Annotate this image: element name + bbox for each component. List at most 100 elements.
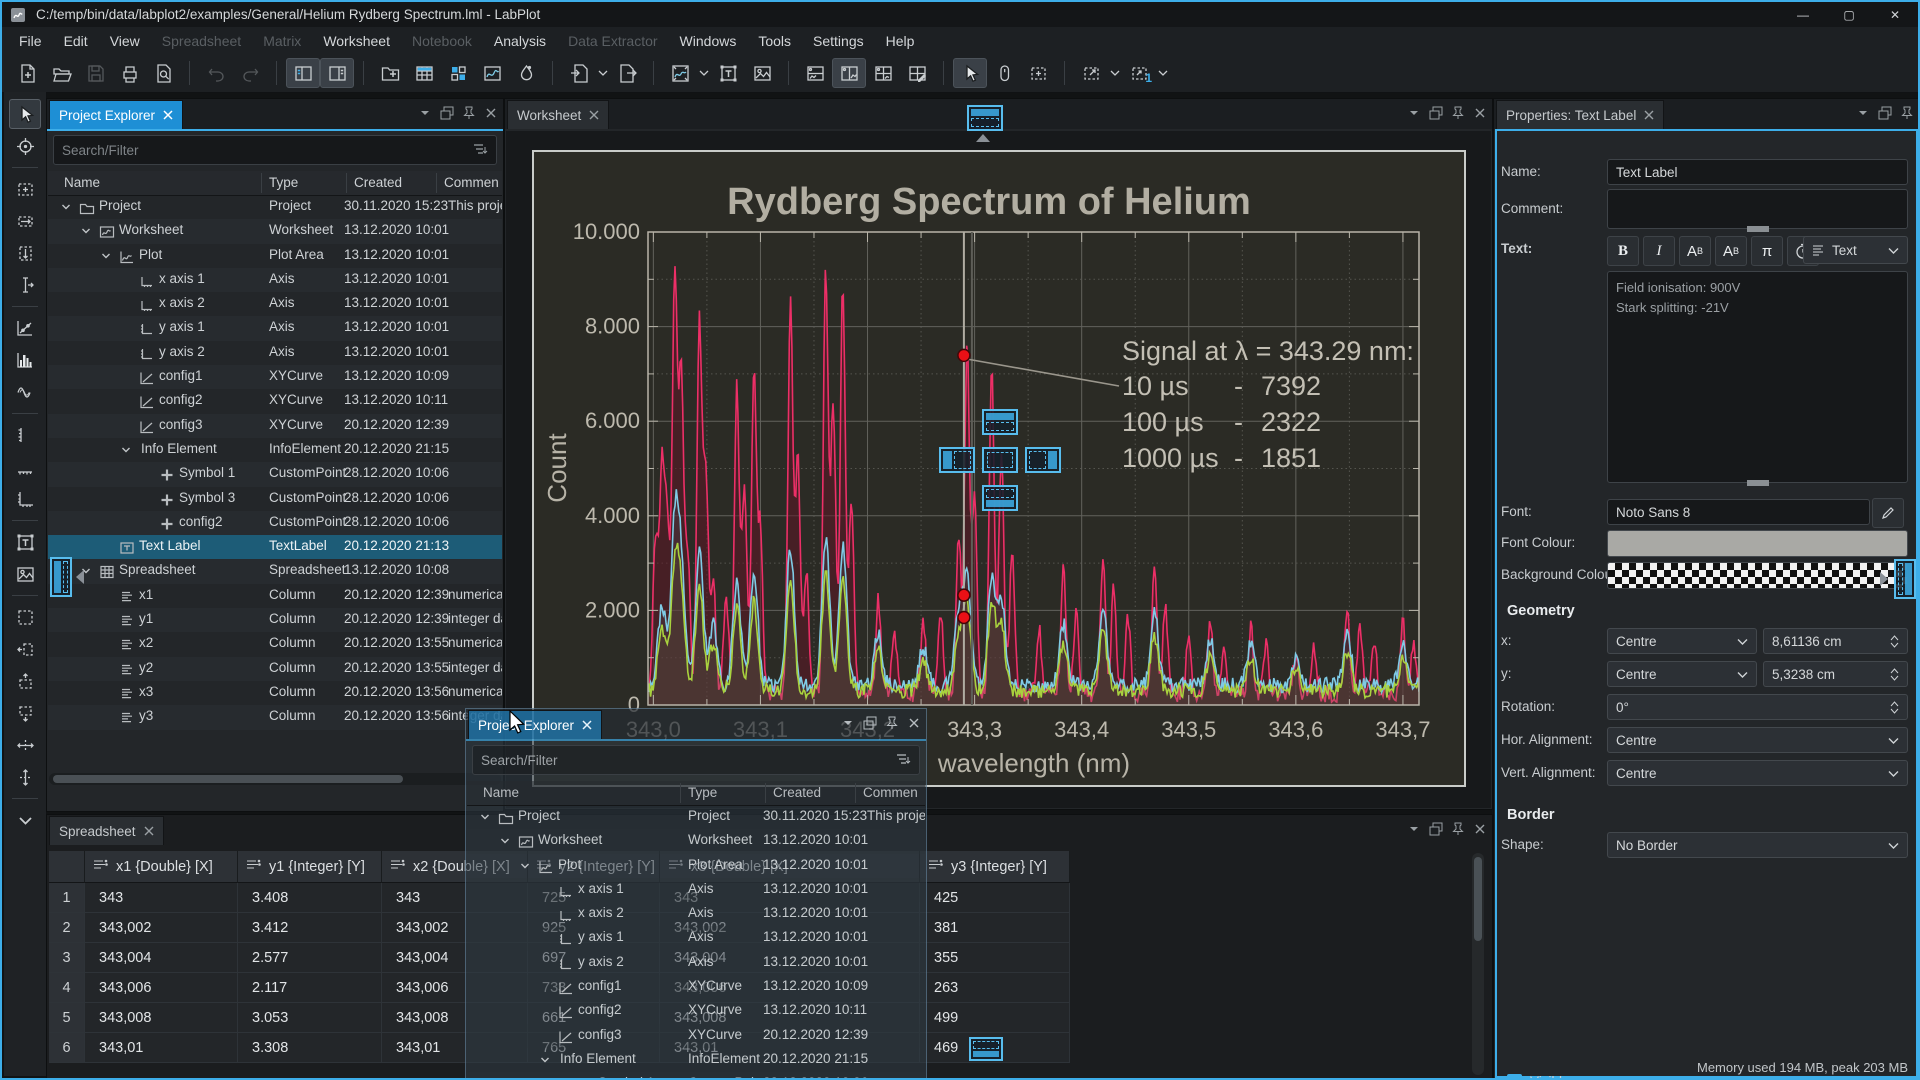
tree-row-plot[interactable]: PlotPlot Area13.12.2020 10:01	[48, 244, 502, 268]
spreadsheet-cell[interactable]: 343,01	[85, 1033, 238, 1063]
menu-down-icon[interactable]	[1855, 105, 1871, 121]
new-matrix-icon[interactable]	[441, 58, 475, 88]
close-icon[interactable]	[1472, 821, 1488, 837]
bold-button[interactable]: B	[1607, 236, 1639, 266]
spreadsheet-cell[interactable]: 3.408	[238, 883, 382, 913]
subscript-button[interactable]: AB	[1715, 236, 1747, 266]
column-header-created[interactable]: Created	[354, 175, 402, 190]
tree-row-config1[interactable]: config1XYCurve13.12.2020 10:09	[467, 975, 925, 999]
x-axis-label[interactable]: wavelength (nm)	[937, 748, 1130, 778]
tree-row-config2[interactable]: config2XYCurve13.12.2020 10:11	[48, 389, 502, 413]
new-worksheet-icon[interactable]	[475, 58, 509, 88]
spreadsheet-column-header[interactable]: y3 {Integer} [Y]	[920, 851, 1070, 883]
chevron-down-icon[interactable]	[60, 201, 72, 216]
tree-row-y-axis-2[interactable]: y axis 2Axis13.12.2020 10:01	[48, 341, 502, 365]
comment-field[interactable]	[1607, 189, 1908, 229]
tree-column-header[interactable]: NameTypeCreatedCommen	[48, 171, 502, 196]
filter-icon[interactable]	[895, 752, 911, 769]
menu-file[interactable]: File	[8, 29, 53, 53]
tree-row-symbol-3[interactable]: Symbol 3CustomPoint28.12.2020 10:06	[48, 487, 502, 511]
rotation-spinbox[interactable]: 0°	[1607, 694, 1908, 720]
tab-project-explorer[interactable]: Project Explorer	[49, 100, 183, 129]
expand-h-icon[interactable]	[9, 730, 41, 760]
spreadsheet-cell[interactable]: 2.577	[238, 943, 382, 973]
chevron-down-icon[interactable]	[539, 1054, 551, 1069]
spreadsheet-cell[interactable]: 343,008	[85, 1003, 238, 1033]
crosshair-icon[interactable]	[9, 131, 41, 161]
spreadsheet-cell[interactable]: 263	[920, 973, 1070, 1003]
custom-point-marker[interactable]	[958, 349, 970, 361]
tree-row-config1[interactable]: config1XYCurve13.12.2020 10:09	[48, 365, 502, 389]
vertical-scrollbar[interactable]	[1472, 853, 1484, 1075]
tree-row-config3[interactable]: config3XYCurve20.12.2020 12:39	[48, 414, 502, 438]
font-edit-button[interactable]	[1872, 498, 1904, 528]
pin-icon[interactable]	[884, 715, 900, 731]
column-header-name[interactable]: Name	[483, 785, 519, 800]
menu-worksheet[interactable]: Worksheet	[312, 29, 401, 53]
new-folder-icon[interactable]	[373, 58, 407, 88]
chevron-down-more-icon[interactable]	[9, 805, 41, 835]
y-position-combobox[interactable]: Centre	[1607, 661, 1757, 687]
menu-edit[interactable]: Edit	[53, 29, 99, 53]
spreadsheet-cell[interactable]: 3.053	[238, 1003, 382, 1033]
tree-row-spreadsheet[interactable]: SpreadsheetSpreadsheet13.12.2020 10:08	[48, 559, 502, 583]
fourier-icon[interactable]	[9, 377, 41, 407]
search-input[interactable]: Search/Filter	[472, 745, 920, 775]
spreadsheet-cell[interactable]: 343	[85, 883, 238, 913]
float-icon[interactable]	[1877, 105, 1893, 121]
tree-row-project[interactable]: ProjectProject30.11.2020 15:23This proje	[48, 195, 502, 219]
tree-row-worksheet[interactable]: WorksheetWorksheet13.12.2020 10:01	[467, 829, 925, 853]
zoom-fit-icon[interactable]	[1074, 58, 1108, 88]
column-header-commen[interactable]: Commen	[444, 175, 499, 190]
row-number[interactable]: 6	[49, 1033, 85, 1063]
select-arrow-icon[interactable]	[9, 99, 41, 129]
tree-row-x3[interactable]: x3Column20.12.2020 13:56numerical	[48, 681, 502, 705]
close-button[interactable]: ✕	[1872, 2, 1918, 27]
spreadsheet-cell[interactable]: 343,002	[85, 913, 238, 943]
shift-left-icon[interactable]	[9, 634, 41, 664]
zoom-x-select-icon[interactable]	[9, 206, 41, 236]
menu-settings[interactable]: Settings	[802, 29, 875, 53]
toggle-project-explorer-icon[interactable]	[286, 58, 320, 88]
x-position-combobox[interactable]: Centre	[1607, 628, 1757, 654]
float-icon[interactable]	[439, 105, 455, 121]
navigate-mode-icon[interactable]	[987, 58, 1021, 88]
close-icon[interactable]	[163, 108, 173, 123]
spreadsheet-cell[interactable]: 343,004	[85, 943, 238, 973]
close-icon[interactable]	[1644, 108, 1654, 123]
chevron-down-icon[interactable]	[519, 860, 531, 875]
y-axis-label[interactable]: Count	[542, 433, 572, 503]
column-header-type[interactable]: Type	[269, 175, 298, 190]
tree-row-x2[interactable]: x2Column20.12.2020 13:55numerical	[48, 632, 502, 656]
shift-down-icon[interactable]	[9, 698, 41, 728]
float-icon[interactable]	[862, 715, 878, 731]
maximize-button[interactable]: ▢	[1826, 2, 1872, 27]
print-preview-icon[interactable]	[146, 58, 180, 88]
new-file-icon[interactable]	[10, 58, 44, 88]
chevron-down-icon[interactable]	[479, 811, 491, 826]
resize-handle[interactable]	[1747, 480, 1769, 486]
plot-title[interactable]: Rydberg Spectrum of Helium	[727, 181, 1251, 223]
close-icon[interactable]	[483, 105, 499, 121]
row-number[interactable]: 2	[49, 913, 85, 943]
zoom-select-mode-icon[interactable]	[1021, 58, 1055, 88]
layout-vertical-icon[interactable]	[798, 58, 832, 88]
y-position-spinbox[interactable]: 5,3238 cm	[1763, 661, 1908, 687]
image-tool-icon[interactable]	[9, 559, 41, 589]
chevron-down-icon[interactable]	[100, 250, 112, 265]
minimize-button[interactable]: —	[1780, 2, 1826, 27]
filter-icon[interactable]	[472, 142, 488, 159]
chevron-down-icon[interactable]	[697, 58, 711, 88]
tree-row-config3[interactable]: config3XYCurve20.12.2020 12:39	[467, 1024, 925, 1048]
new-spreadsheet-icon[interactable]	[407, 58, 441, 88]
close-icon[interactable]	[144, 824, 154, 839]
tab-project-explorer-floating[interactable]: Project Explorer	[468, 710, 602, 739]
chevron-down-icon[interactable]	[80, 225, 92, 240]
text-content-area[interactable]: Field ionisation: 900V Stark splitting: …	[1607, 271, 1908, 483]
pin-icon[interactable]	[461, 105, 477, 121]
row-number[interactable]: 1	[49, 883, 85, 913]
column-header-created[interactable]: Created	[773, 785, 821, 800]
import-file-icon[interactable]	[562, 58, 596, 88]
font-colour-swatch[interactable]	[1607, 530, 1908, 557]
spreadsheet-cell[interactable]: 3.308	[238, 1033, 382, 1063]
